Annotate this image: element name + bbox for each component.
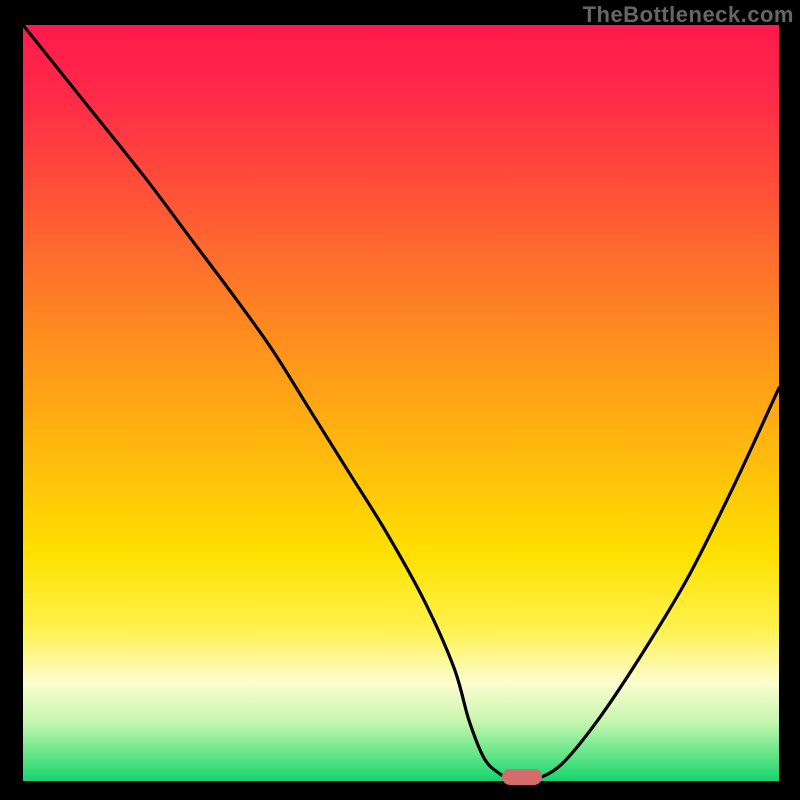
watermark-text: TheBottleneck.com [583, 2, 794, 28]
optimal-marker [502, 769, 542, 785]
plot-svg [23, 25, 779, 781]
chart-container: TheBottleneck.com [0, 0, 800, 800]
gradient-background [23, 25, 779, 781]
plot-area [23, 25, 779, 781]
